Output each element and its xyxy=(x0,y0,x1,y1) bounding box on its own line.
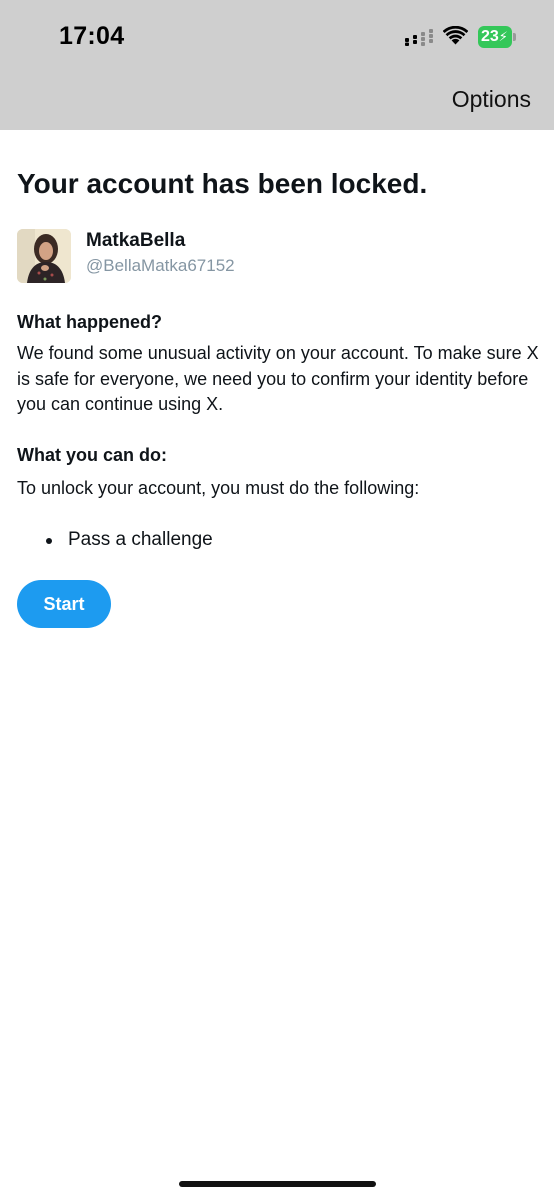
top-bar: 17:04 23⚡ Options xyxy=(0,0,554,130)
start-button[interactable]: Start xyxy=(17,580,111,628)
list-item: Pass a challenge xyxy=(68,529,213,550)
what-happened-text: We found some unusual activity on your a… xyxy=(17,343,539,414)
status-time: 17:04 xyxy=(59,22,125,50)
user-display-name: MatkaBella xyxy=(86,230,186,251)
bullet-dot xyxy=(46,538,52,544)
home-indicator xyxy=(179,1181,376,1187)
what-happened-heading: What happened? xyxy=(17,312,162,332)
page-title: Your account has been locked. xyxy=(17,168,428,199)
avatar xyxy=(17,229,71,283)
what-you-can-do-text: To unlock your account, you must do the … xyxy=(17,478,420,498)
battery-charging-icon: 23⚡ xyxy=(478,26,516,48)
battery-level: 23 xyxy=(481,28,499,45)
user-handle: @BellaMatka67152 xyxy=(86,256,235,275)
signal-icon xyxy=(405,29,433,46)
options-button[interactable]: Options xyxy=(452,86,531,113)
wifi-icon xyxy=(443,26,468,45)
what-you-can-do-heading: What you can do: xyxy=(17,445,167,465)
